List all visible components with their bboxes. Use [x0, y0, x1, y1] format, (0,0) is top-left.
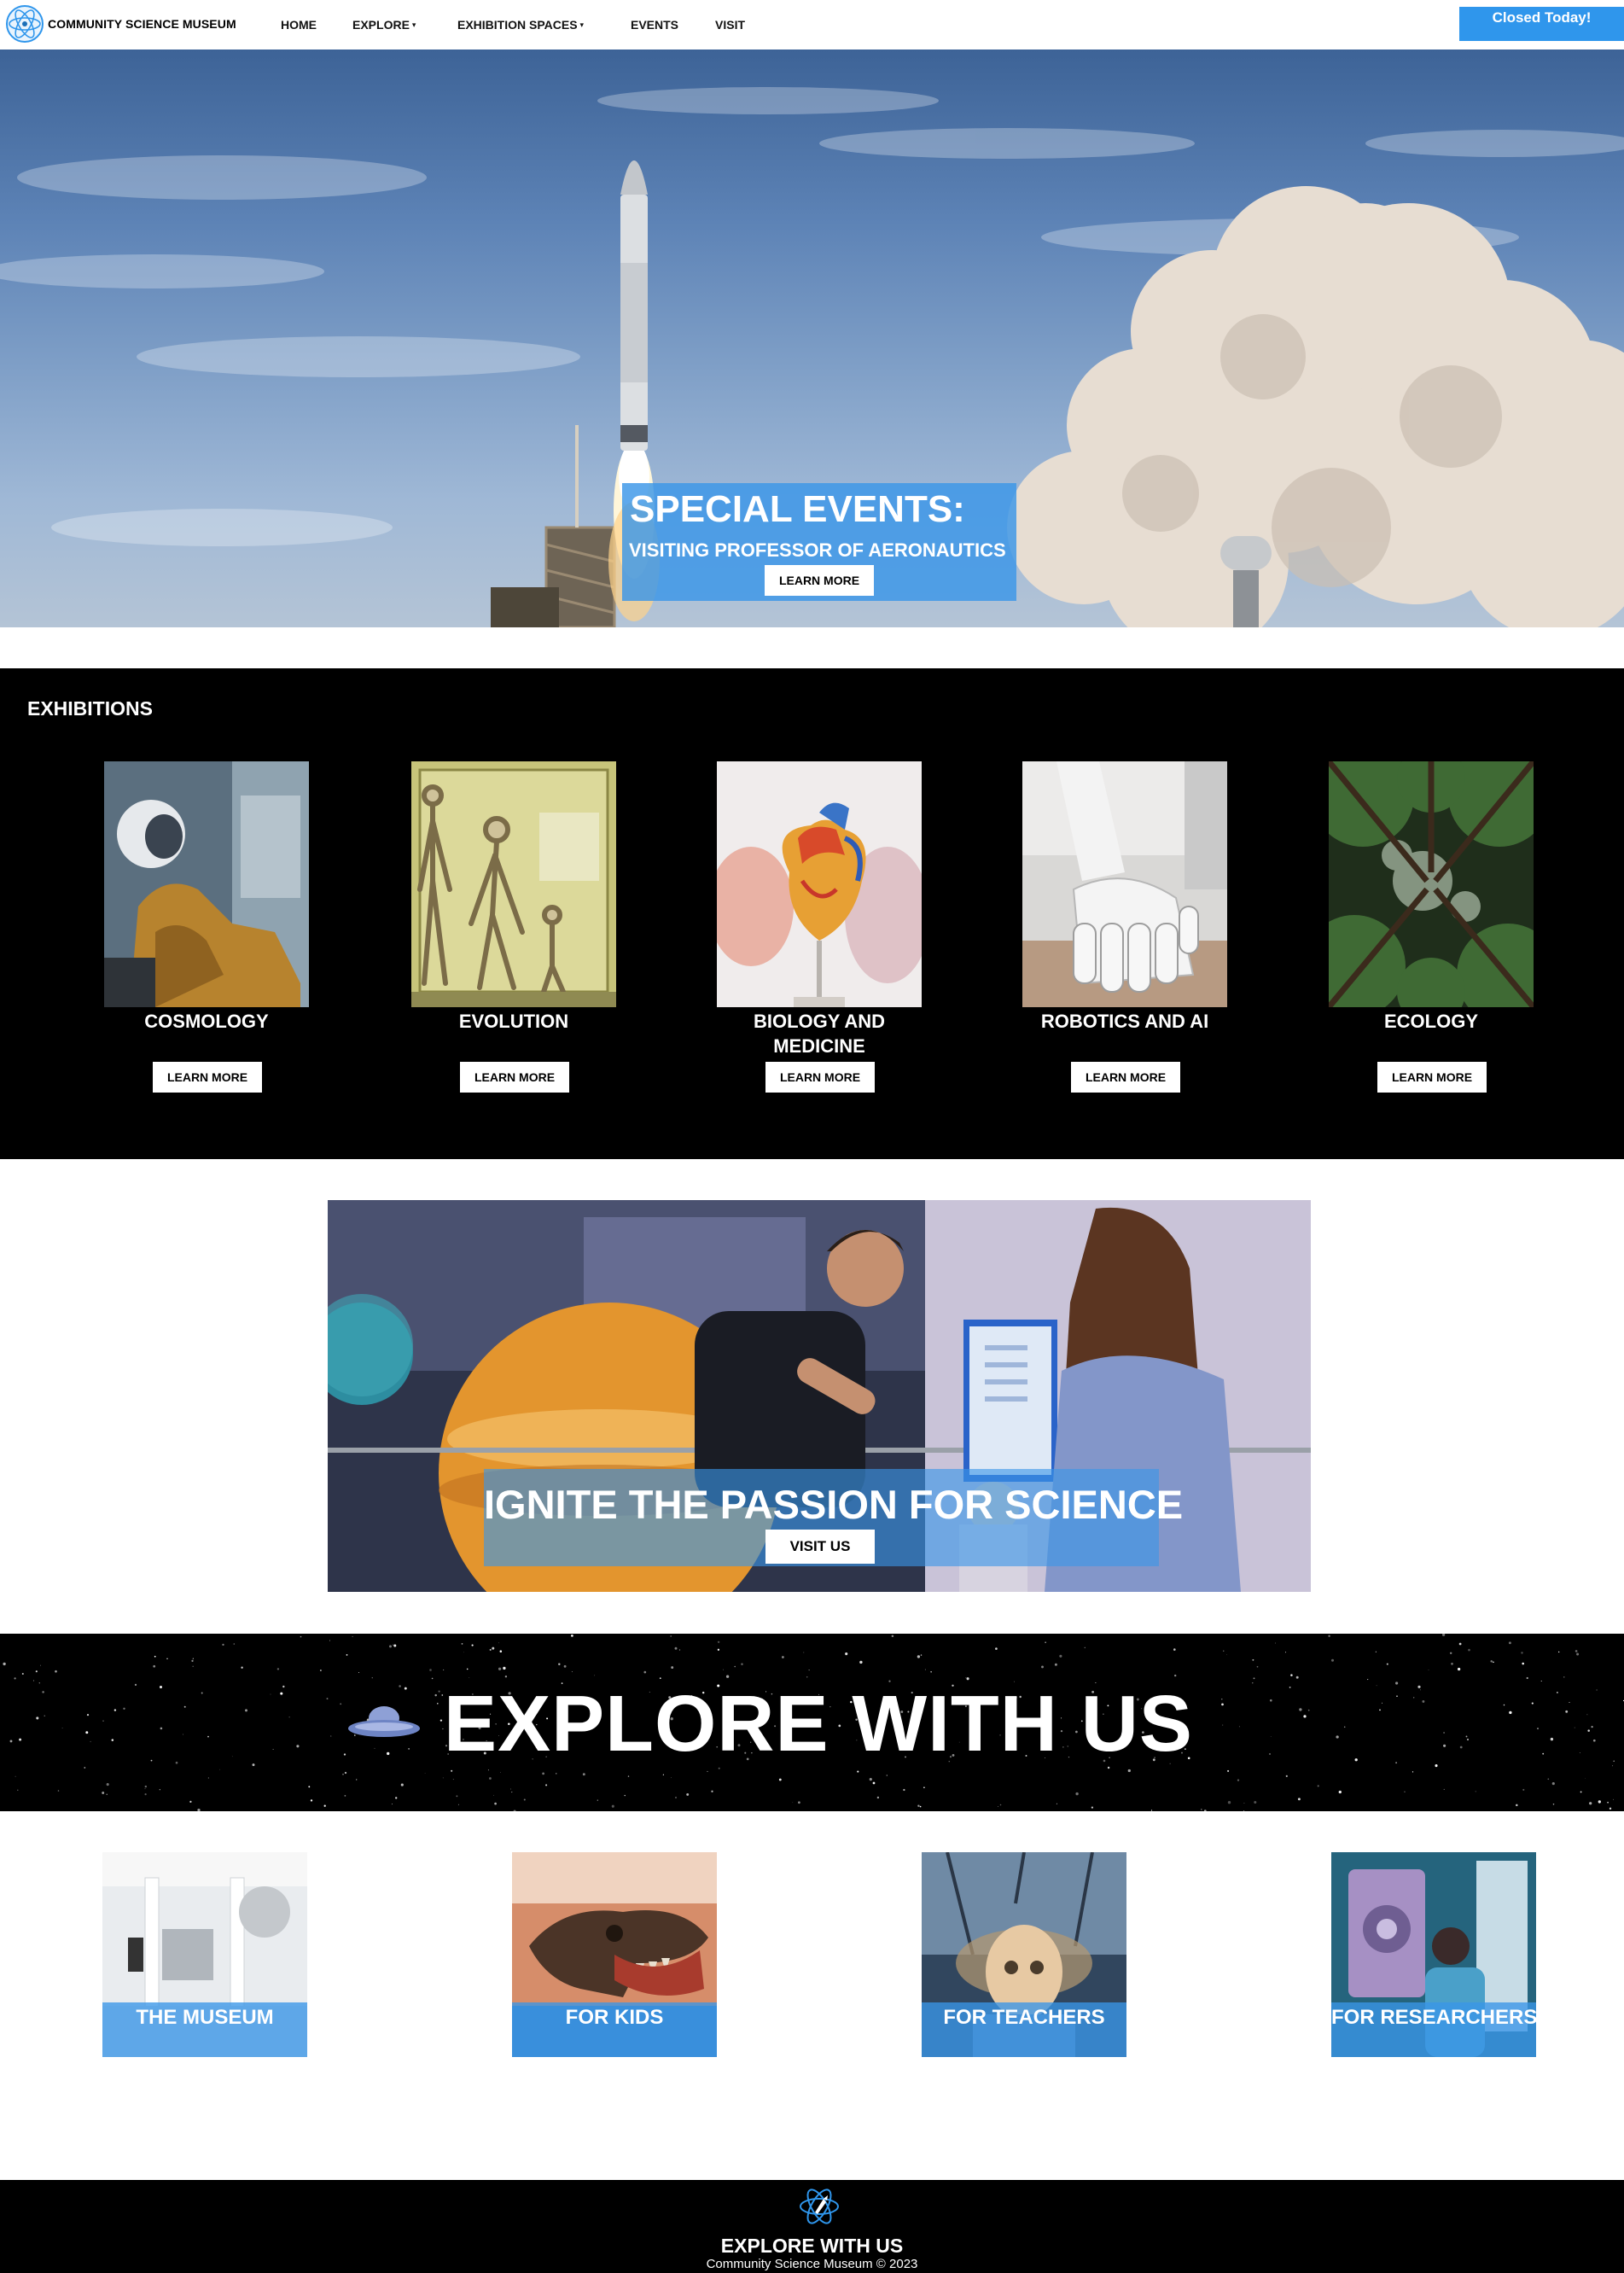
explore-with-us-banner: EXPLORE WITH US	[0, 1634, 1624, 1811]
brand-name[interactable]: COMMUNITY SCIENCE MUSEUM	[48, 17, 236, 31]
nav-explore-link[interactable]: EXPLORE ▾	[352, 18, 416, 32]
audience-label: FOR RESEARCHERS	[1331, 2006, 1536, 2029]
cosmology-learn-more-button[interactable]: LEARN MORE	[153, 1062, 262, 1093]
exhibition-card-ecology[interactable]: ECOLOGY LEARN MORE	[1329, 761, 1534, 1093]
special-events-panel: SPECIAL EVENTS: VISITING PROFESSOR OF AE…	[622, 483, 1016, 601]
hero-banner: SPECIAL EVENTS: VISITING PROFESSOR OF AE…	[0, 50, 1624, 627]
heart-model-image[interactable]	[717, 761, 922, 1007]
exhibition-card-evolution[interactable]: EVOLUTION LEARN MORE	[411, 761, 616, 1093]
explore-title: EXPLORE WITH US	[444, 1679, 1193, 1768]
exhibition-card-robotics-ai[interactable]: ROBOTICS AND AI LEARN MORE	[1022, 761, 1227, 1093]
ignite-panel: IGNITE THE PASSION FOR SCIENCE VISIT US	[484, 1469, 1184, 1566]
footer-copyright: Community Science Museum © 2023	[706, 2257, 918, 2271]
audience-label: FOR KIDS	[565, 2006, 664, 2029]
nav-visit-link[interactable]: VISIT	[715, 18, 745, 32]
visit-us-button[interactable]: VISIT US	[765, 1530, 875, 1564]
site-footer: EXPLORE WITH US Community Science Museum…	[0, 2180, 1624, 2273]
footer-title: EXPLORE WITH US	[720, 2235, 904, 2257]
exhibition-name: COSMOLOGY	[144, 1011, 269, 1032]
nav-events-link[interactable]: EVENTS	[631, 18, 678, 32]
robotics-learn-more-button[interactable]: LEARN MORE	[1071, 1062, 1180, 1093]
closed-today-status[interactable]: Closed Today!	[1459, 7, 1624, 41]
chevron-down-icon: ▾	[579, 20, 585, 29]
exhibition-name: ROBOTICS AND AI	[1040, 1011, 1209, 1032]
robot-hand-image[interactable]	[1022, 761, 1227, 1007]
chevron-down-icon: ▾	[411, 20, 416, 29]
rocket-atom-logo-icon[interactable]	[798, 2182, 841, 2231]
nav-exhibition-spaces-link[interactable]: EXHIBITION SPACES ▾	[457, 18, 584, 32]
ecology-learn-more-button[interactable]: LEARN MORE	[1377, 1062, 1487, 1093]
hero-learn-more-button[interactable]: LEARN MORE	[765, 565, 874, 596]
exhibition-name: EVOLUTION	[458, 1011, 569, 1032]
exhibitions-section: EXHIBITIONS COSMOLOGY LEARN MORE EVOLUTI…	[0, 668, 1624, 1159]
audience-card-kids[interactable]: FOR KIDS	[512, 1852, 717, 2057]
top-navigation: COMMUNITY SCIENCE MUSEUM HOME EXPLORE ▾ E…	[0, 0, 1624, 50]
exhibition-name: ECOLOGY	[1383, 1011, 1478, 1032]
ignite-title: IGNITE THE PASSION FOR SCIENCE	[484, 1482, 1184, 1527]
exhibition-name: BIOLOGY AND MEDICINE	[753, 1011, 885, 1057]
audience-card-researchers[interactable]: FOR RESEARCHERS	[1331, 1852, 1536, 2057]
hero-subtitle: VISITING PROFESSOR OF AERONAUTICS	[629, 539, 1006, 561]
exhibition-card-cosmology[interactable]: COSMOLOGY LEARN MORE	[104, 761, 309, 1093]
audience-card-teachers[interactable]: FOR TEACHERS	[922, 1852, 1126, 2057]
audience-label: FOR TEACHERS	[943, 2006, 1105, 2029]
atom-logo-icon[interactable]	[5, 4, 44, 44]
nav-home-link[interactable]: HOME	[281, 18, 317, 32]
ignite-promo-banner: IGNITE THE PASSION FOR SCIENCE VISIT US	[328, 1200, 1311, 1592]
astronaut-suit-image[interactable]	[104, 761, 309, 1007]
exhibitions-heading: EXHIBITIONS	[27, 697, 153, 720]
forest-canopy-image[interactable]	[1329, 761, 1534, 1007]
skeletons-display-image[interactable]	[411, 761, 616, 1007]
hero-title: SPECIAL EVENTS:	[630, 488, 965, 530]
audience-label: THE MUSEUM	[136, 2006, 274, 2029]
biology-learn-more-button[interactable]: LEARN MORE	[765, 1062, 875, 1093]
evolution-learn-more-button[interactable]: LEARN MORE	[460, 1062, 569, 1093]
audience-card-museum[interactable]: THE MUSEUM	[102, 1852, 307, 2057]
exhibition-card-biology-medicine[interactable]: BIOLOGY AND MEDICINE LEARN MORE	[717, 761, 922, 1093]
